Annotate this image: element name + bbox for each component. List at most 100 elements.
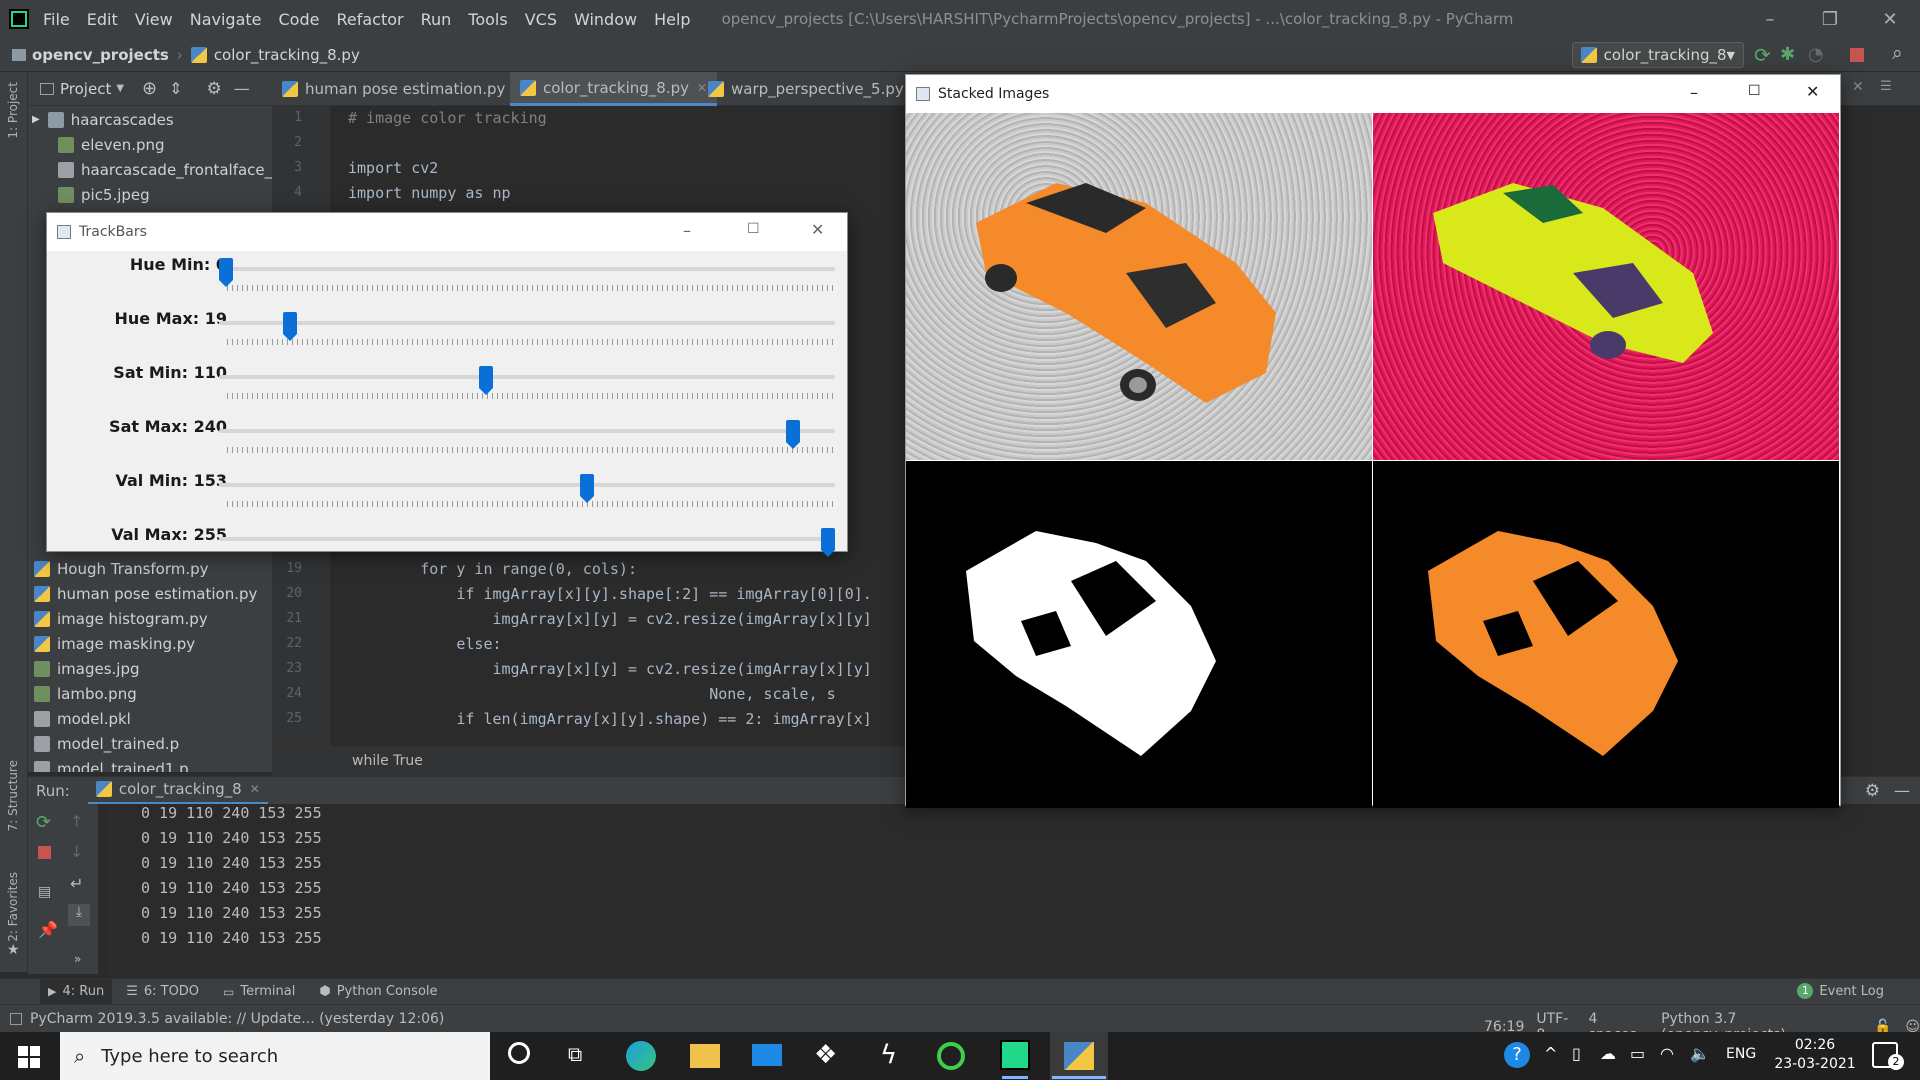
windows-start-icon[interactable]	[18, 1046, 40, 1068]
close-button[interactable]: ✕	[1806, 82, 1819, 101]
minimize-button[interactable]: –	[1740, 0, 1800, 38]
menu-window[interactable]: Window	[574, 10, 637, 29]
tree-file-model-pkl[interactable]: model.pkl	[34, 706, 131, 731]
debug-bug-icon[interactable]: ✱	[1780, 44, 1795, 65]
tab-warp-perspective[interactable]: warp_perspective_5.py ✕	[698, 72, 932, 106]
slider-thumb[interactable]	[821, 528, 835, 557]
trackbars-title-bar[interactable]: TrackBars – ☐ ✕	[47, 213, 847, 251]
tree-file-histogram[interactable]: image histogram.py	[34, 606, 208, 631]
slider-track[interactable]	[219, 483, 835, 487]
close-button[interactable]: ✕	[811, 220, 824, 239]
structure-tool-button[interactable]: 7: Structure	[6, 760, 20, 831]
breadcrumb-file[interactable]: color_tracking_8.py	[214, 46, 360, 64]
tree-file-masking[interactable]: image masking.py	[34, 631, 195, 656]
app-circle-icon[interactable]	[937, 1042, 965, 1070]
breadcrumb-project[interactable]: opencv_projects	[32, 46, 169, 64]
dropbox-icon[interactable]: ❖	[814, 1040, 837, 1070]
tree-file-model-trained1[interactable]: model_trained1.p	[34, 756, 189, 772]
menu-code[interactable]: Code	[279, 10, 320, 29]
chevron-up-icon[interactable]: ^	[1544, 1044, 1557, 1063]
stop-icon[interactable]	[1850, 48, 1864, 62]
tree-file-pose[interactable]: human pose estimation.py	[34, 581, 257, 606]
volume-icon[interactable]: 🔈	[1690, 1044, 1710, 1063]
run-tool-button[interactable]: ▶ 4: Run	[40, 978, 113, 1005]
tree-folder-haarcascades[interactable]: ▶ haarcascades	[32, 107, 174, 132]
project-tool-button[interactable]: 1: Project	[6, 82, 20, 139]
run-output-console[interactable]: 0 19 110 240 153 255 0 19 110 240 153 25…	[28, 804, 1920, 974]
python-console-tool-button[interactable]: ⬢ Python Console	[319, 984, 437, 999]
slider-thumb[interactable]	[282, 312, 297, 341]
menu-help[interactable]: Help	[654, 10, 690, 29]
slider-track[interactable]	[219, 537, 835, 541]
maximize-button[interactable]: ❐	[1800, 0, 1860, 38]
tab-list-icon[interactable]: ☰	[1880, 79, 1892, 94]
slider-thumb[interactable]	[478, 366, 493, 395]
hide-panel-icon[interactable]: —	[1894, 781, 1910, 800]
device-icon[interactable]: ▯	[1572, 1044, 1581, 1063]
mail-icon[interactable]	[752, 1044, 782, 1066]
menu-tools[interactable]: Tools	[468, 10, 507, 29]
wifi-icon[interactable]: ◠	[1660, 1044, 1674, 1063]
tree-file-lambo[interactable]: lambo.png	[34, 681, 137, 706]
task-view-icon[interactable]: ⧉	[568, 1042, 582, 1066]
minimize-button[interactable]: –	[683, 221, 691, 240]
slider-thumb[interactable]	[785, 420, 800, 449]
tab-human-pose[interactable]: human pose estimation.py ✕	[272, 72, 533, 106]
stacked-title-bar[interactable]: Stacked Images – ☐ ✕	[906, 75, 1840, 113]
tree-file-hough[interactable]: Hough Transform.py	[34, 556, 209, 581]
edge-icon[interactable]	[626, 1041, 656, 1071]
soft-wrap-icon[interactable]: ↵	[70, 874, 83, 893]
tree-file-haarcascade[interactable]: haarcascade_frontalface_defa	[58, 157, 305, 182]
taskbar-search-box[interactable]: ⌕ Type here to search	[60, 1032, 490, 1080]
cloud-icon[interactable]: ☁	[1600, 1044, 1616, 1063]
slider-track[interactable]	[219, 267, 835, 271]
tree-file-eleven[interactable]: eleven.png	[58, 132, 165, 157]
menu-refactor[interactable]: Refactor	[336, 10, 403, 29]
slider-thumb[interactable]	[219, 258, 233, 287]
app-lightning-icon[interactable]: ϟ	[880, 1040, 897, 1070]
gear-icon[interactable]: ⚙	[207, 79, 222, 99]
collapse-all-icon[interactable]: ⇕	[169, 79, 182, 98]
slider-track[interactable]	[219, 321, 835, 325]
more-icon[interactable]: »	[74, 952, 81, 966]
todo-tool-button[interactable]: ☰ 6: TODO	[126, 984, 199, 999]
terminal-tool-button[interactable]: ▭ Terminal	[223, 984, 295, 999]
tab-color-tracking[interactable]: color_tracking_8.py ✕	[510, 72, 718, 106]
search-icon[interactable]: ⌕	[1892, 42, 1903, 64]
tree-file-model-trained[interactable]: model_trained.p	[34, 731, 179, 756]
arrow-up-icon[interactable]: ↑	[70, 812, 83, 831]
stop-icon[interactable]	[38, 846, 51, 859]
menu-edit[interactable]: Edit	[87, 10, 118, 29]
menu-navigate[interactable]: Navigate	[190, 10, 262, 29]
menu-run[interactable]: Run	[421, 10, 452, 29]
battery-icon[interactable]: ▭	[1630, 1044, 1645, 1063]
minimize-button[interactable]: –	[1690, 83, 1698, 102]
pycharm-taskbar-icon[interactable]	[1000, 1040, 1030, 1070]
rerun-icon[interactable]: ⟳	[1754, 43, 1771, 67]
scroll-to-end-icon[interactable]: ⤓	[68, 904, 90, 926]
tree-file-images[interactable]: images.jpg	[34, 656, 140, 681]
language-indicator[interactable]: ENG	[1726, 1046, 1756, 1062]
clock[interactable]: 02:26 23-03-2021	[1770, 1036, 1860, 1074]
event-log-button[interactable]: 1 Event Log	[1797, 983, 1884, 999]
hide-panel-icon[interactable]: —	[234, 79, 250, 98]
file-explorer-icon[interactable]	[690, 1044, 720, 1068]
gear-icon[interactable]: ⚙	[1865, 781, 1880, 801]
slider-track[interactable]	[219, 375, 835, 379]
pin-icon[interactable]: 📌	[38, 920, 58, 939]
menu-vcs[interactable]: VCS	[525, 10, 557, 29]
run-tab[interactable]: color_tracking_8 ✕	[87, 777, 268, 805]
maximize-button[interactable]: ☐	[747, 221, 760, 237]
tree-file-pic5[interactable]: pic5.jpeg	[58, 182, 150, 207]
panel-toggle-icon[interactable]	[10, 1012, 22, 1025]
profile-icon[interactable]: ◔	[1808, 44, 1824, 65]
close-icon[interactable]: ✕	[250, 782, 260, 796]
menu-view[interactable]: View	[135, 10, 173, 29]
close-icon[interactable]: ✕	[1852, 79, 1864, 95]
project-view-select[interactable]: Project	[60, 80, 111, 98]
rerun-icon[interactable]: ⟳	[36, 812, 51, 833]
cortana-icon[interactable]	[508, 1042, 530, 1064]
close-button[interactable]: ✕	[1860, 0, 1920, 38]
help-icon[interactable]: ?	[1504, 1042, 1530, 1068]
arrow-down-icon[interactable]: ↓	[70, 842, 83, 861]
